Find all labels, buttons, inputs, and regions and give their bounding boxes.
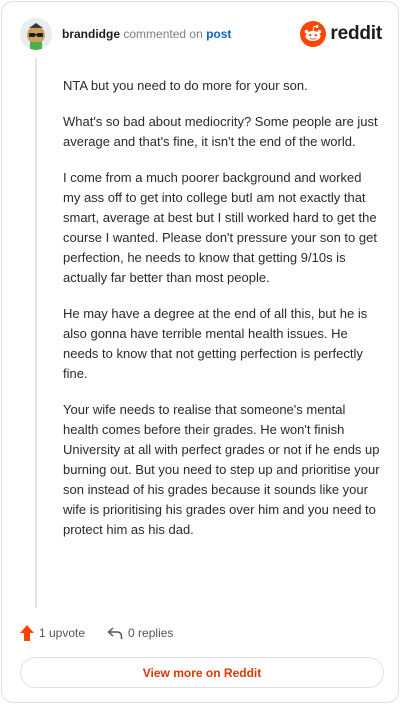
thread-line <box>35 58 37 608</box>
comment-paragraph: He may have a degree at the end of all t… <box>63 306 368 381</box>
view-more-button[interactable]: View more on Reddit <box>20 657 384 688</box>
replies-count: 0 replies <box>128 626 174 640</box>
upvote-arrow-icon <box>20 625 34 641</box>
comment-paragraph: What's so bad about mediocrity? Some peo… <box>63 114 378 149</box>
upvote-count: 1 upvote <box>39 626 86 640</box>
replies-button[interactable]: 0 replies <box>107 626 173 640</box>
reddit-wordmark: reddit <box>330 23 382 44</box>
reply-icon <box>107 627 123 639</box>
comment-meta: brandidge commented on post <box>62 27 231 41</box>
comment-paragraph: Your wife needs to realise that someone'… <box>63 402 380 537</box>
username-link[interactable]: brandidge <box>62 27 120 41</box>
comment-paragraph: I come from a much poorer background and… <box>63 170 377 285</box>
meta-verb: commented on <box>123 27 203 41</box>
comment-header: brandidge commented on post reddit <box>20 18 382 52</box>
post-link[interactable]: post <box>206 27 231 41</box>
comment-body: NTA but you need to do more for your son… <box>63 76 381 556</box>
avatar[interactable] <box>20 18 52 50</box>
reddit-logo[interactable]: reddit <box>300 21 382 47</box>
avatar-icon <box>20 18 52 50</box>
comment-paragraph: NTA but you need to do more for your son… <box>63 78 308 93</box>
comment-card: brandidge commented on post reddit NTA b… <box>1 1 399 703</box>
comment-actions: 1 upvote 0 replies <box>20 622 173 644</box>
reddit-logo-icon <box>300 21 327 47</box>
upvote-button[interactable]: 1 upvote <box>20 625 85 641</box>
